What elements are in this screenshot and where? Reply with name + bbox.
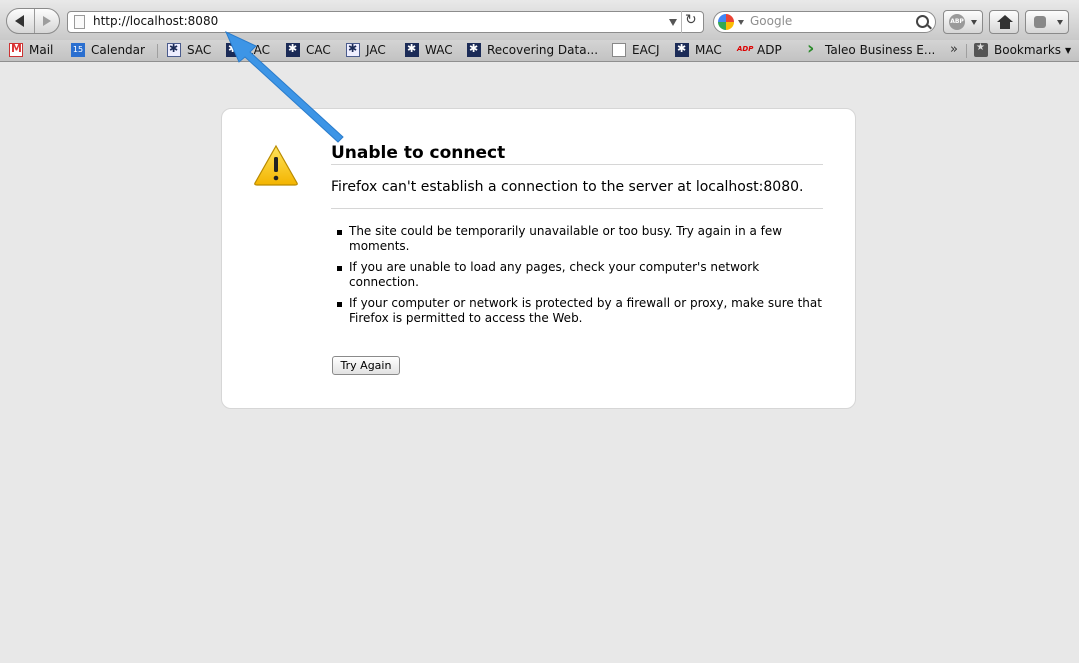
bookmark-mail[interactable]: Mail: [9, 41, 53, 59]
adblock-icon: ABP: [949, 14, 965, 30]
bookmarks-menu[interactable]: Bookmarks ▼: [974, 41, 1071, 59]
search-icon[interactable]: [916, 15, 929, 28]
home-icon-base: [1000, 22, 1010, 29]
url-text[interactable]: http://localhost:8080: [93, 14, 218, 28]
chevron-down-icon: [1057, 20, 1063, 25]
forward-button[interactable]: [35, 9, 59, 33]
error-title: Unable to connect: [331, 143, 823, 165]
recovering-data-icon: [467, 42, 481, 57]
calendar-icon: 15: [71, 43, 85, 57]
error-page-container: Unable to connect Firefox can't establis…: [221, 108, 856, 409]
mac-icon: [675, 42, 689, 57]
adblock-button[interactable]: ABP: [943, 10, 983, 34]
search-engine-dropdown-icon[interactable]: [738, 20, 744, 25]
gmail-icon: [9, 42, 23, 57]
url-history-dropdown-icon[interactable]: [669, 19, 677, 26]
navigation-buttons: [6, 8, 60, 34]
bookmark-mac[interactable]: MAC: [675, 41, 722, 59]
extension-icon: [1034, 16, 1046, 28]
suggestion-item: The site could be temporarily unavailabl…: [331, 224, 823, 254]
search-bar[interactable]: Google: [713, 11, 936, 33]
back-button[interactable]: [7, 9, 35, 33]
sac-icon: [167, 42, 181, 57]
bookmark-label: SAC: [187, 43, 212, 57]
suggestion-item: If you are unable to load any pages, che…: [331, 260, 823, 290]
bookmark-separator: [966, 44, 967, 58]
bookmark-label: ADP: [757, 43, 782, 57]
eac-icon: [226, 42, 240, 57]
jac-icon: [346, 42, 360, 57]
bookmark-label: CAC: [306, 43, 331, 57]
bookmark-label: Mail: [29, 43, 54, 57]
search-input[interactable]: Google: [750, 14, 792, 28]
error-suggestions: The site could be temporarily unavailabl…: [331, 224, 823, 332]
bookmark-cac[interactable]: CAC: [286, 41, 331, 59]
error-description: Firefox can't establish a connection to …: [331, 179, 823, 209]
bookmark-eacj[interactable]: EACJ: [612, 41, 660, 59]
bookmarks-icon: [974, 42, 988, 57]
bookmark-label: Recovering Data...: [487, 43, 599, 57]
bookmark-recovering-data[interactable]: Recovering Data...: [467, 41, 598, 59]
page-icon: [74, 15, 85, 29]
home-button[interactable]: [989, 10, 1019, 34]
bookmark-label: EAC: [246, 43, 270, 57]
suggestion-item: If your computer or network is protected…: [331, 296, 823, 326]
reload-button[interactable]: ↻: [681, 11, 704, 33]
more-bookmarks-chevron-icon[interactable]: »: [950, 42, 958, 57]
bookmark-label: Calendar: [91, 43, 145, 57]
page-icon: [612, 43, 626, 57]
address-bar[interactable]: http://localhost:8080 ↻: [67, 11, 704, 33]
bookmark-adp[interactable]: ADP: [737, 41, 782, 59]
warning-icon: [254, 144, 298, 186]
bookmark-wac[interactable]: WAC: [405, 41, 453, 59]
bookmark-eac[interactable]: EAC: [226, 41, 270, 59]
extension-button[interactable]: [1025, 10, 1069, 34]
bookmark-jac[interactable]: JAC: [346, 41, 386, 59]
adp-icon: [737, 43, 753, 57]
chevron-down-icon: ▼: [1065, 45, 1072, 55]
bookmark-label: WAC: [425, 43, 453, 57]
taleo-icon: [805, 38, 819, 59]
bookmarks-toolbar: Mail 15 Calendar SAC EAC CAC JAC WAC Rec…: [0, 38, 1079, 62]
bookmark-label: Bookmarks: [994, 43, 1062, 57]
forward-arrow-icon: [43, 16, 51, 26]
cac-icon: [286, 42, 300, 57]
bookmark-label: MAC: [695, 43, 722, 57]
bookmark-taleo[interactable]: Taleo Business E...: [805, 38, 936, 59]
bookmark-sac[interactable]: SAC: [167, 41, 211, 59]
back-arrow-icon: [15, 15, 24, 27]
reload-icon: ↻: [685, 12, 697, 28]
wac-icon: [405, 42, 419, 57]
home-icon: [997, 15, 1013, 22]
bookmark-label: Taleo Business E...: [825, 43, 936, 57]
bookmark-calendar[interactable]: 15 Calendar: [71, 41, 145, 59]
bookmark-label: JAC: [366, 43, 386, 57]
browser-toolbar: http://localhost:8080 ↻ Google ABP: [0, 0, 1079, 40]
bookmark-label: EACJ: [632, 43, 660, 57]
try-again-button[interactable]: Try Again: [332, 356, 400, 375]
google-icon[interactable]: [718, 14, 734, 30]
bookmark-separator: [157, 44, 158, 58]
chevron-down-icon: [971, 20, 977, 25]
